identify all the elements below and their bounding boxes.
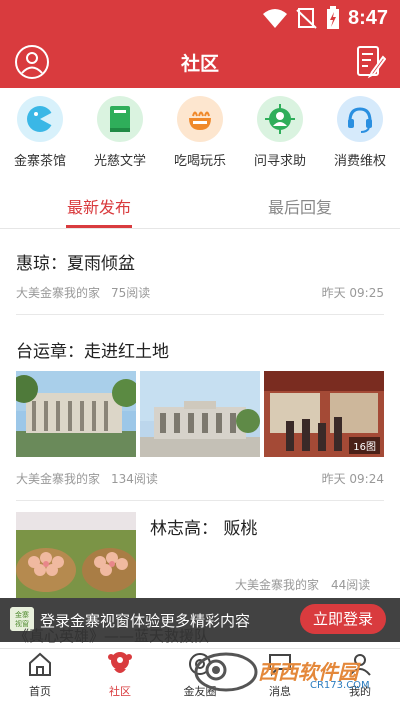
post-image: 16图 — [264, 371, 384, 457]
category-label: 消费维权 — [333, 154, 386, 169]
battery-icon — [326, 6, 339, 29]
nav-community[interactable]: 社区 — [80, 651, 160, 699]
no-signal-icon — [296, 8, 317, 29]
target-icon — [265, 104, 295, 134]
partial-post-title[interactable]: 《真心英雄》——蓝天救援队 — [14, 625, 209, 646]
divider — [16, 314, 384, 315]
category-consumer-rights[interactable]: 消费维权 — [320, 96, 400, 169]
post-image — [16, 371, 136, 457]
tea-icon — [27, 106, 53, 132]
tab-last-reply[interactable]: 最后回复 — [268, 194, 332, 218]
book-icon — [110, 106, 130, 132]
headset-icon — [348, 107, 372, 133]
active-tab-indicator — [66, 225, 132, 228]
category-help[interactable]: 问寻求助 — [240, 96, 320, 169]
login-button[interactable]: 立即登录 — [300, 604, 386, 634]
post-title: 惠琼：夏雨倾盆 — [16, 254, 135, 274]
post-title: 林志高： 贩桃 — [150, 519, 258, 539]
image-count-badge: 16图 — [349, 437, 380, 454]
nav-home[interactable]: 首页 — [0, 651, 80, 699]
post-reads: 134阅读 — [111, 472, 158, 486]
status-bar: 8:47 — [0, 0, 400, 36]
post-source: 大美金寨我的家 — [16, 286, 101, 300]
post-image — [16, 512, 136, 598]
category-label: 吃喝玩乐 — [173, 154, 226, 169]
feed-tabs: 最新发布 最后回复 — [0, 182, 400, 229]
category-label: 问寻求助 — [253, 154, 306, 169]
svg-text:金寨: 金寨 — [15, 610, 29, 619]
site-watermark: 西西软件园 CR173.COM — [190, 648, 380, 694]
post-source: 大美金寨我的家 — [16, 472, 101, 486]
post-time: 昨天 09:24 — [321, 472, 384, 486]
post-reads: 75阅读 — [111, 286, 151, 300]
wifi-icon — [262, 9, 287, 28]
category-grid: 金寨茶馆 光慈文学 吃喝玩乐 问寻求助 消费维权 — [0, 90, 400, 176]
home-icon — [29, 652, 51, 676]
nav-label: 社区 — [109, 685, 131, 698]
watermark-url: CR173.COM — [310, 680, 370, 691]
post-time: 昨天 09:25 — [321, 286, 384, 300]
post-source: 大美金寨我的家 — [235, 578, 320, 592]
app-header: 社区 — [0, 36, 400, 88]
nav-label: 首页 — [29, 685, 51, 698]
category-label: 光慈文学 — [93, 154, 146, 169]
category-food-fun[interactable]: 吃喝玩乐 — [160, 96, 240, 169]
tab-latest[interactable]: 最新发布 — [67, 194, 131, 218]
divider — [16, 500, 384, 501]
clock: 8:47 — [347, 6, 388, 29]
compose-icon[interactable] — [356, 45, 386, 79]
watermark-logo-icon — [194, 652, 258, 692]
post-image — [140, 371, 260, 457]
category-tea-house[interactable]: 金寨茶馆 — [0, 96, 80, 169]
category-literature[interactable]: 光慈文学 — [80, 96, 160, 169]
page-title: 社区 — [180, 53, 219, 75]
category-label: 金寨茶馆 — [13, 154, 66, 169]
post-title: 台运章：走进红土地 — [16, 342, 169, 362]
community-icon — [108, 652, 132, 673]
bowl-icon — [189, 111, 211, 130]
post-reads: 44阅读 — [331, 578, 371, 592]
